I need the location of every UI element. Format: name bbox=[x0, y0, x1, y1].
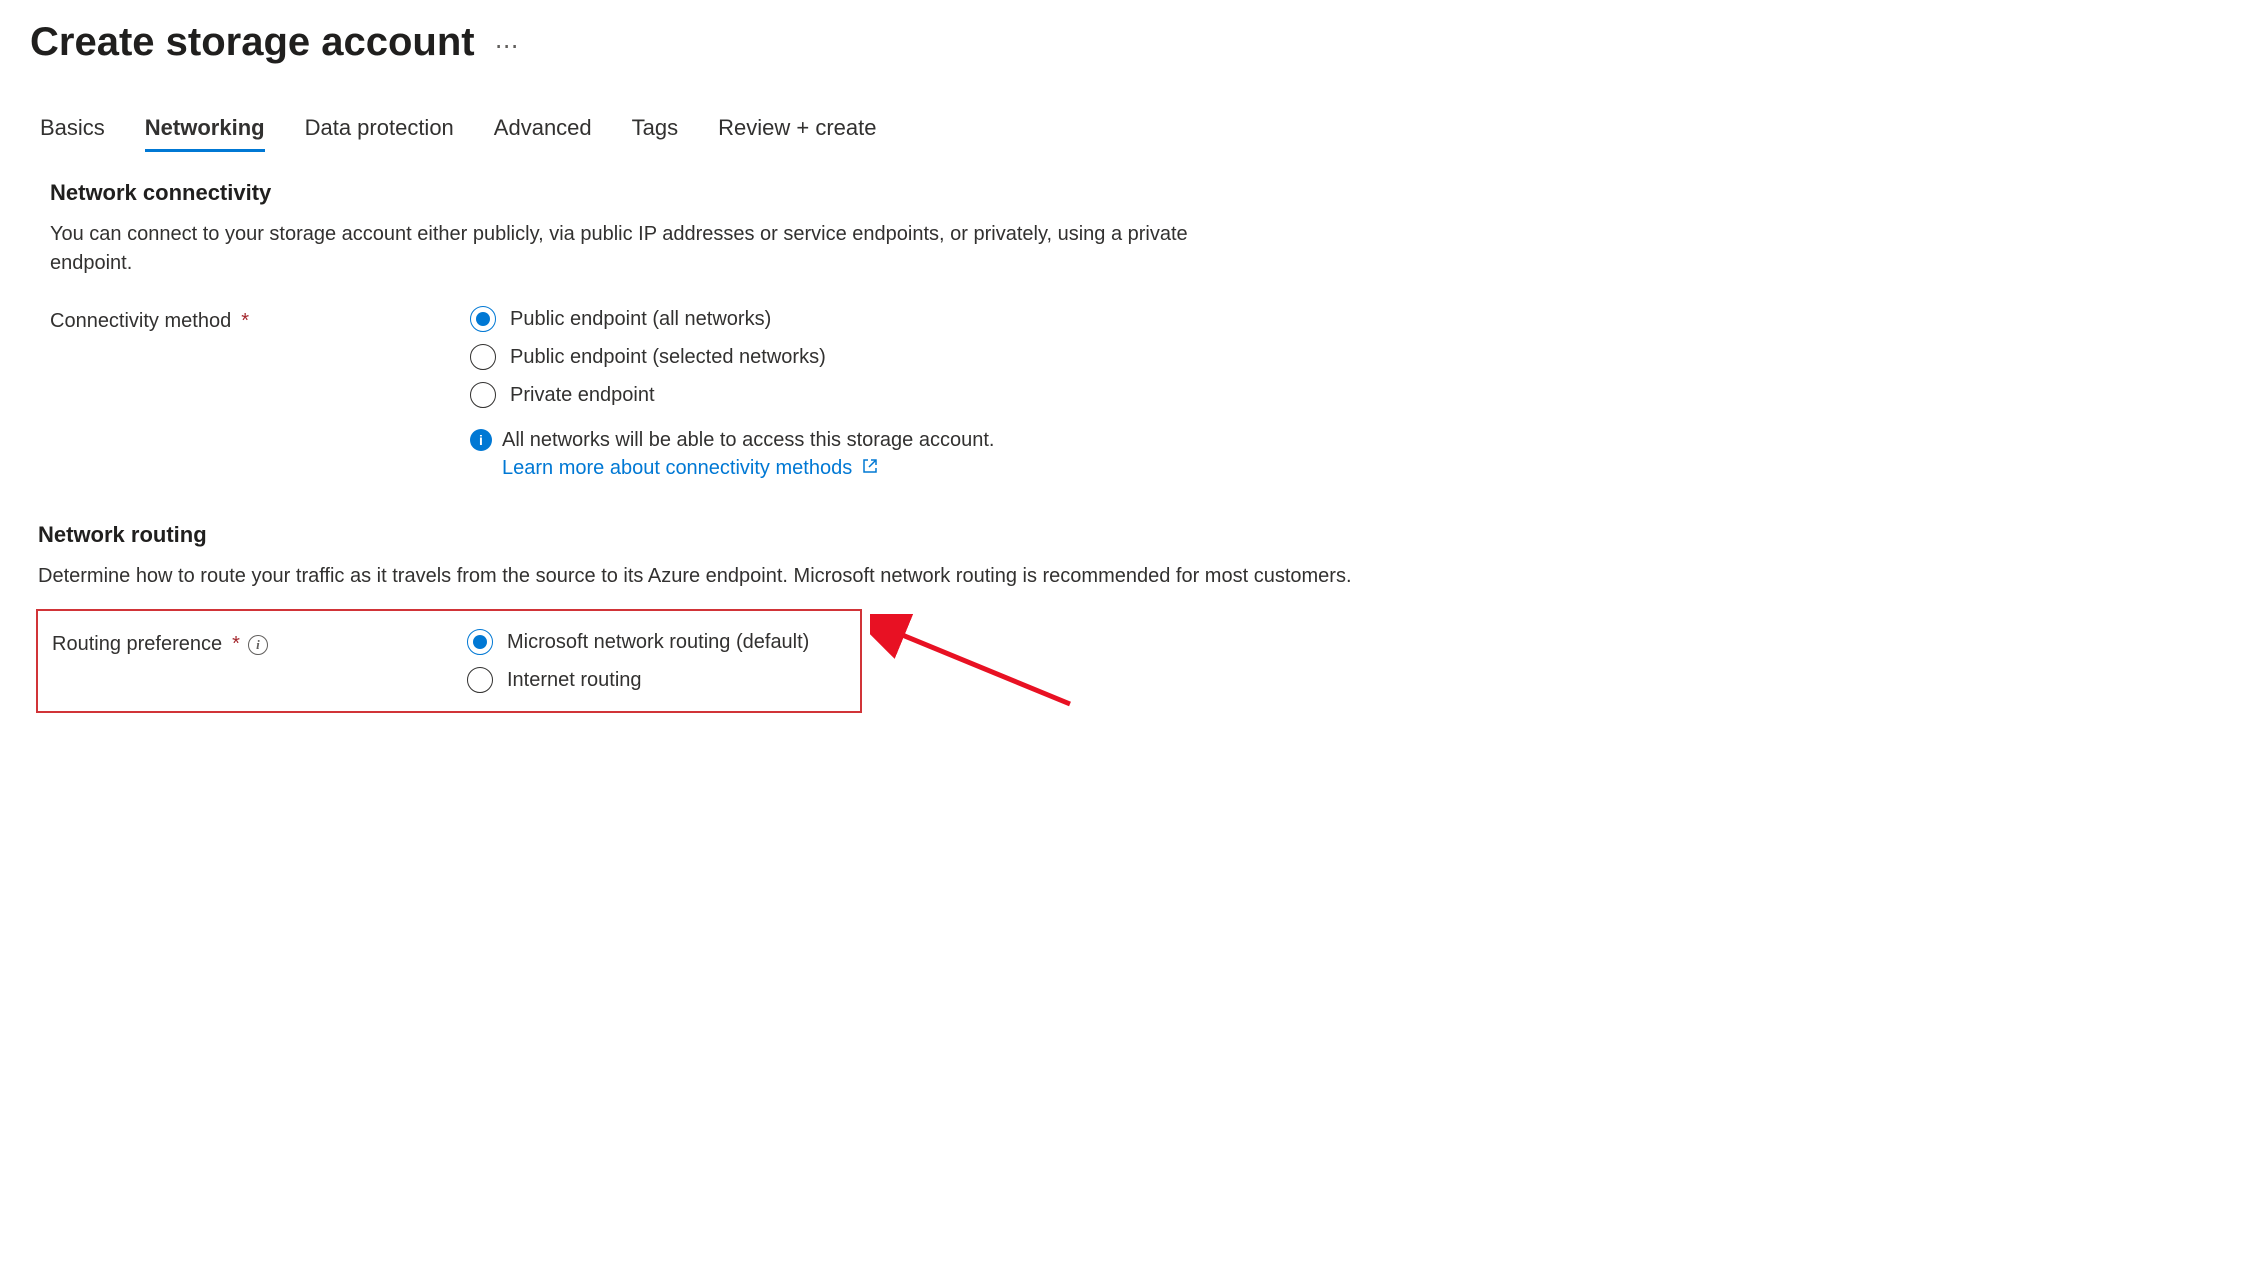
tabs: Basics Networking Data protection Advanc… bbox=[30, 115, 2228, 152]
options-connectivity: Public endpoint (all networks) Public en… bbox=[470, 306, 2228, 482]
radio-indicator bbox=[470, 344, 496, 370]
section-desc-routing: Determine how to route your traffic as i… bbox=[30, 562, 2228, 591]
info-link-text: Learn more about connectivity methods bbox=[502, 457, 852, 479]
info-icon: i bbox=[470, 429, 492, 451]
radio-indicator bbox=[470, 382, 496, 408]
more-actions-icon[interactable]: ⋯ bbox=[495, 32, 521, 61]
radio-internet-routing[interactable]: Internet routing bbox=[467, 667, 846, 693]
tab-tags[interactable]: Tags bbox=[632, 115, 678, 152]
learn-more-link[interactable]: Learn more about connectivity methods bbox=[502, 457, 878, 479]
section-desc-connectivity: You can connect to your storage account … bbox=[50, 220, 1210, 278]
radio-label: Public endpoint (all networks) bbox=[510, 308, 771, 331]
section-network-routing: Network routing Determine how to route y… bbox=[30, 522, 2228, 713]
radio-public-selected[interactable]: Public endpoint (selected networks) bbox=[470, 344, 2228, 370]
radio-indicator bbox=[467, 629, 493, 655]
page-header: Create storage account ⋯ bbox=[30, 20, 2228, 65]
form-row-routing-preference: Routing preference * i Microsoft network… bbox=[52, 629, 846, 693]
radio-label: Public endpoint (selected networks) bbox=[510, 346, 826, 369]
radio-indicator bbox=[467, 667, 493, 693]
radio-private[interactable]: Private endpoint bbox=[470, 382, 2228, 408]
radio-label: Private endpoint bbox=[510, 384, 655, 407]
label-connectivity-method: Connectivity method * bbox=[50, 306, 450, 333]
tab-networking[interactable]: Networking bbox=[145, 115, 265, 152]
radio-public-all[interactable]: Public endpoint (all networks) bbox=[470, 306, 2228, 332]
page-title: Create storage account bbox=[30, 20, 475, 65]
radio-microsoft-routing[interactable]: Microsoft network routing (default) bbox=[467, 629, 846, 655]
radio-indicator bbox=[470, 306, 496, 332]
label-text-connectivity: Connectivity method bbox=[50, 310, 231, 333]
required-marker: * bbox=[232, 633, 240, 656]
radio-label: Microsoft network routing (default) bbox=[507, 631, 809, 654]
section-title-routing: Network routing bbox=[30, 522, 2228, 548]
label-routing-preference: Routing preference * i bbox=[52, 629, 447, 656]
label-text-routing: Routing preference bbox=[52, 633, 222, 656]
tab-advanced[interactable]: Advanced bbox=[494, 115, 592, 152]
info-row-connectivity: i All networks will be able to access th… bbox=[470, 426, 2228, 482]
annotation-arrow bbox=[870, 614, 1090, 724]
external-link-icon bbox=[862, 454, 878, 482]
section-title-connectivity: Network connectivity bbox=[50, 180, 2228, 206]
tab-basics[interactable]: Basics bbox=[40, 115, 105, 152]
required-marker: * bbox=[241, 310, 249, 333]
info-tooltip-icon[interactable]: i bbox=[248, 635, 268, 655]
tab-review-create[interactable]: Review + create bbox=[718, 115, 876, 152]
highlight-box-routing: Routing preference * i Microsoft network… bbox=[36, 609, 862, 713]
tab-data-protection[interactable]: Data protection bbox=[305, 115, 454, 152]
options-routing: Microsoft network routing (default) Inte… bbox=[467, 629, 846, 693]
info-text: All networks will be able to access this… bbox=[502, 429, 994, 451]
radio-label: Internet routing bbox=[507, 669, 642, 692]
form-row-connectivity-method: Connectivity method * Public endpoint (a… bbox=[50, 306, 2228, 482]
section-network-connectivity: Network connectivity You can connect to … bbox=[30, 180, 2228, 482]
info-text-block: All networks will be able to access this… bbox=[502, 426, 994, 482]
